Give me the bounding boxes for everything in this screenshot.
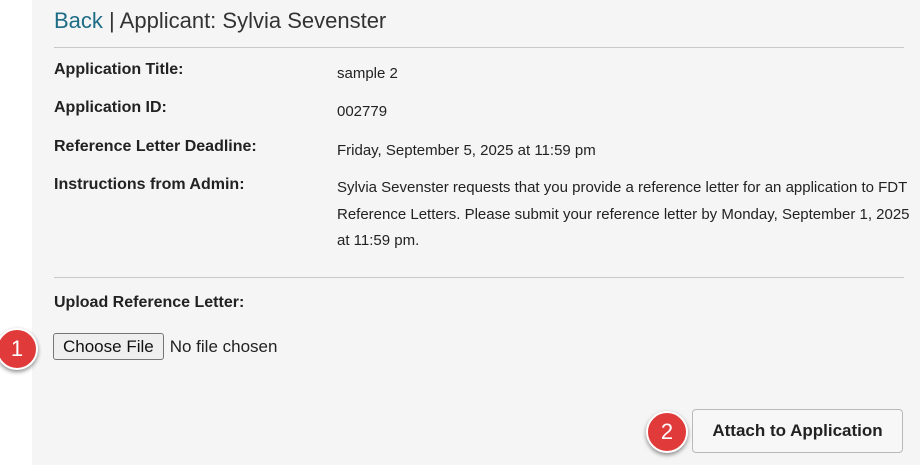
header-separator: |: [109, 8, 115, 33]
back-link[interactable]: Back: [54, 8, 103, 33]
application-title-value: sample 2: [337, 65, 398, 82]
application-title-label: Application Title:: [54, 61, 184, 78]
file-status-text: No file chosen: [169, 336, 278, 356]
instructions-label: Instructions from Admin:: [54, 176, 245, 193]
step-marker-2: 2: [646, 411, 688, 453]
top-divider: [54, 47, 904, 48]
section-divider: [54, 277, 904, 278]
page-header: Back | Applicant: Sylvia Sevenster: [54, 7, 386, 35]
choose-file-button[interactable]: Choose File: [53, 333, 164, 360]
upload-label: Upload Reference Letter:: [54, 294, 245, 311]
application-id-value: 002779: [337, 103, 388, 120]
file-upload-input[interactable]: Choose File No file chosen: [53, 333, 277, 360]
deadline-value: Friday, September 5, 2025 at 11:59 pm: [337, 142, 596, 159]
page-title: Applicant: Sylvia Sevenster: [119, 8, 387, 33]
application-id-label: Application ID:: [54, 99, 167, 116]
deadline-label: Reference Letter Deadline:: [54, 138, 257, 155]
instructions-value: Sylvia Sevenster requests that you provi…: [337, 179, 910, 249]
attach-to-application-button[interactable]: Attach to Application: [692, 409, 903, 453]
